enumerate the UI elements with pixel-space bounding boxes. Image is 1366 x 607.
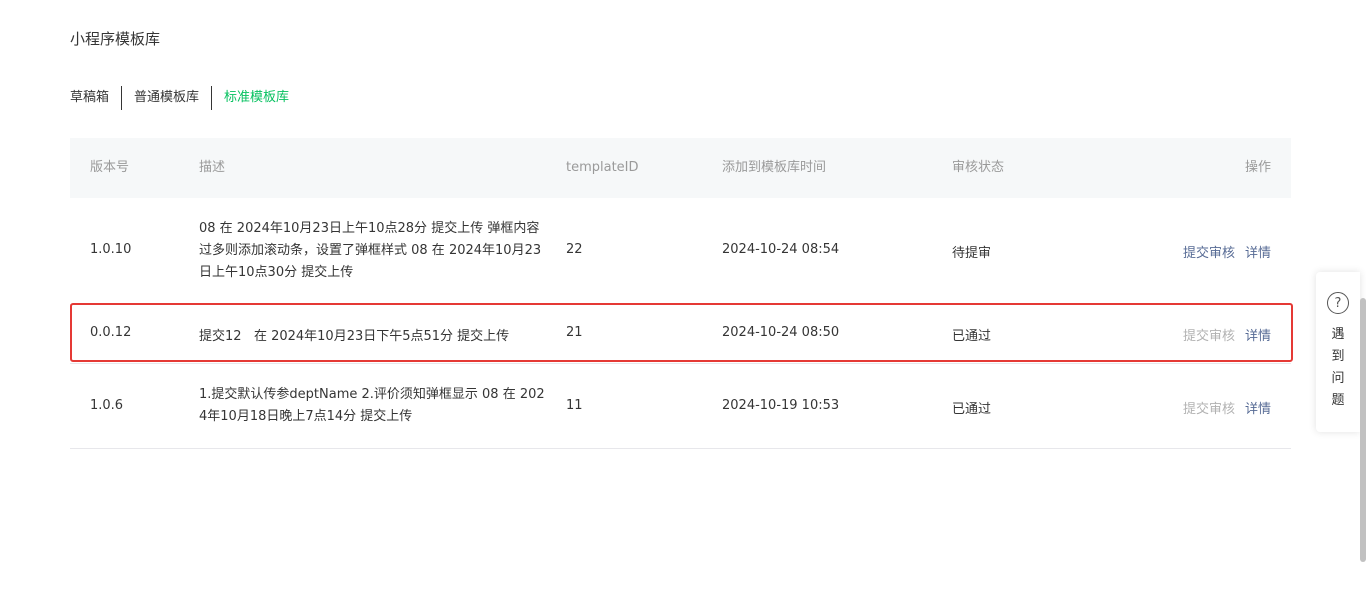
cell-review-status: 待提审 — [952, 246, 992, 261]
cell-version: 1.0.10 — [90, 242, 132, 257]
cell-template-id: 21 — [566, 325, 583, 340]
column-header-description: 描述 — [199, 160, 226, 175]
cell-description: 提交12 在 2024年10月23日下午5点51分 提交上传 — [199, 329, 510, 344]
cell-review-status: 已通过 — [952, 329, 992, 344]
cell-review-status: 已通过 — [952, 402, 992, 417]
help-label: 遇到问题 — [1331, 327, 1345, 408]
cell-version: 1.0.6 — [90, 398, 124, 413]
cell-template-id: 22 — [566, 242, 583, 257]
cell-description: 1.提交默认传参deptName 2.评价须知弹框显示 08 在 2024年10… — [199, 387, 545, 424]
page: 小程序模板库 草稿箱 普通模板库 标准模板库 版本号 描述 templateID… — [0, 0, 1366, 607]
help-widget[interactable]: ? 遇到问题 — [1316, 272, 1360, 432]
tab-divider — [211, 86, 213, 110]
column-header-actions: 操作 — [1244, 160, 1271, 175]
column-header-version: 版本号 — [90, 160, 130, 175]
table-row: 1.0.10 08 在 2024年10月23日上午10点28分 提交上传 弹框内… — [70, 198, 1291, 305]
tab-normal-templates[interactable]: 普通模板库 — [134, 86, 199, 110]
submit-review-button: 提交审核 — [1182, 402, 1235, 417]
question-circle-icon: ? — [1327, 292, 1349, 314]
table-row: 0.0.12 提交12 在 2024年10月23日下午5点51分 提交上传 21… — [70, 305, 1291, 364]
cell-added-time: 2024-10-24 08:50 — [722, 325, 840, 340]
page-title: 小程序模板库 — [70, 30, 161, 48]
cell-added-time: 2024-10-24 08:54 — [722, 242, 840, 257]
row-actions: 提交审核 详情 — [1183, 325, 1271, 344]
table-header: 版本号 描述 templateID 添加到模板库时间 审核状态 操作 — [70, 138, 1291, 198]
scrollbar-thumb[interactable] — [1360, 298, 1366, 562]
tab-bar: 草稿箱 普通模板库 标准模板库 — [70, 86, 289, 110]
cell-description: 08 在 2024年10月23日上午10点28分 提交上传 弹框内容过多则添加滚… — [199, 221, 542, 280]
detail-link[interactable]: 详情 — [1245, 398, 1271, 417]
row-actions: 提交审核 详情 — [1183, 398, 1271, 417]
submit-review-button: 提交审核 — [1182, 329, 1235, 344]
detail-link[interactable]: 详情 — [1245, 242, 1271, 261]
column-header-added-time: 添加到模板库时间 — [722, 160, 827, 175]
table-row: 1.0.6 1.提交默认传参deptName 2.评价须知弹框显示 08 在 2… — [70, 364, 1291, 449]
cell-added-time: 2024-10-19 10:53 — [722, 398, 840, 413]
template-table: 版本号 描述 templateID 添加到模板库时间 审核状态 操作 1.0.1… — [70, 138, 1291, 449]
column-header-template-id: templateID — [566, 160, 639, 175]
cell-version: 0.0.12 — [90, 325, 132, 340]
tab-divider — [121, 86, 123, 110]
column-header-review-status: 审核状态 — [952, 160, 1005, 175]
detail-link[interactable]: 详情 — [1245, 325, 1271, 344]
submit-review-button[interactable]: 提交审核 — [1183, 242, 1235, 261]
tab-standard-templates[interactable]: 标准模板库 — [224, 86, 289, 110]
row-actions: 提交审核 详情 — [1183, 242, 1271, 261]
tab-drafts[interactable]: 草稿箱 — [70, 86, 109, 110]
cell-template-id: 11 — [566, 398, 583, 413]
